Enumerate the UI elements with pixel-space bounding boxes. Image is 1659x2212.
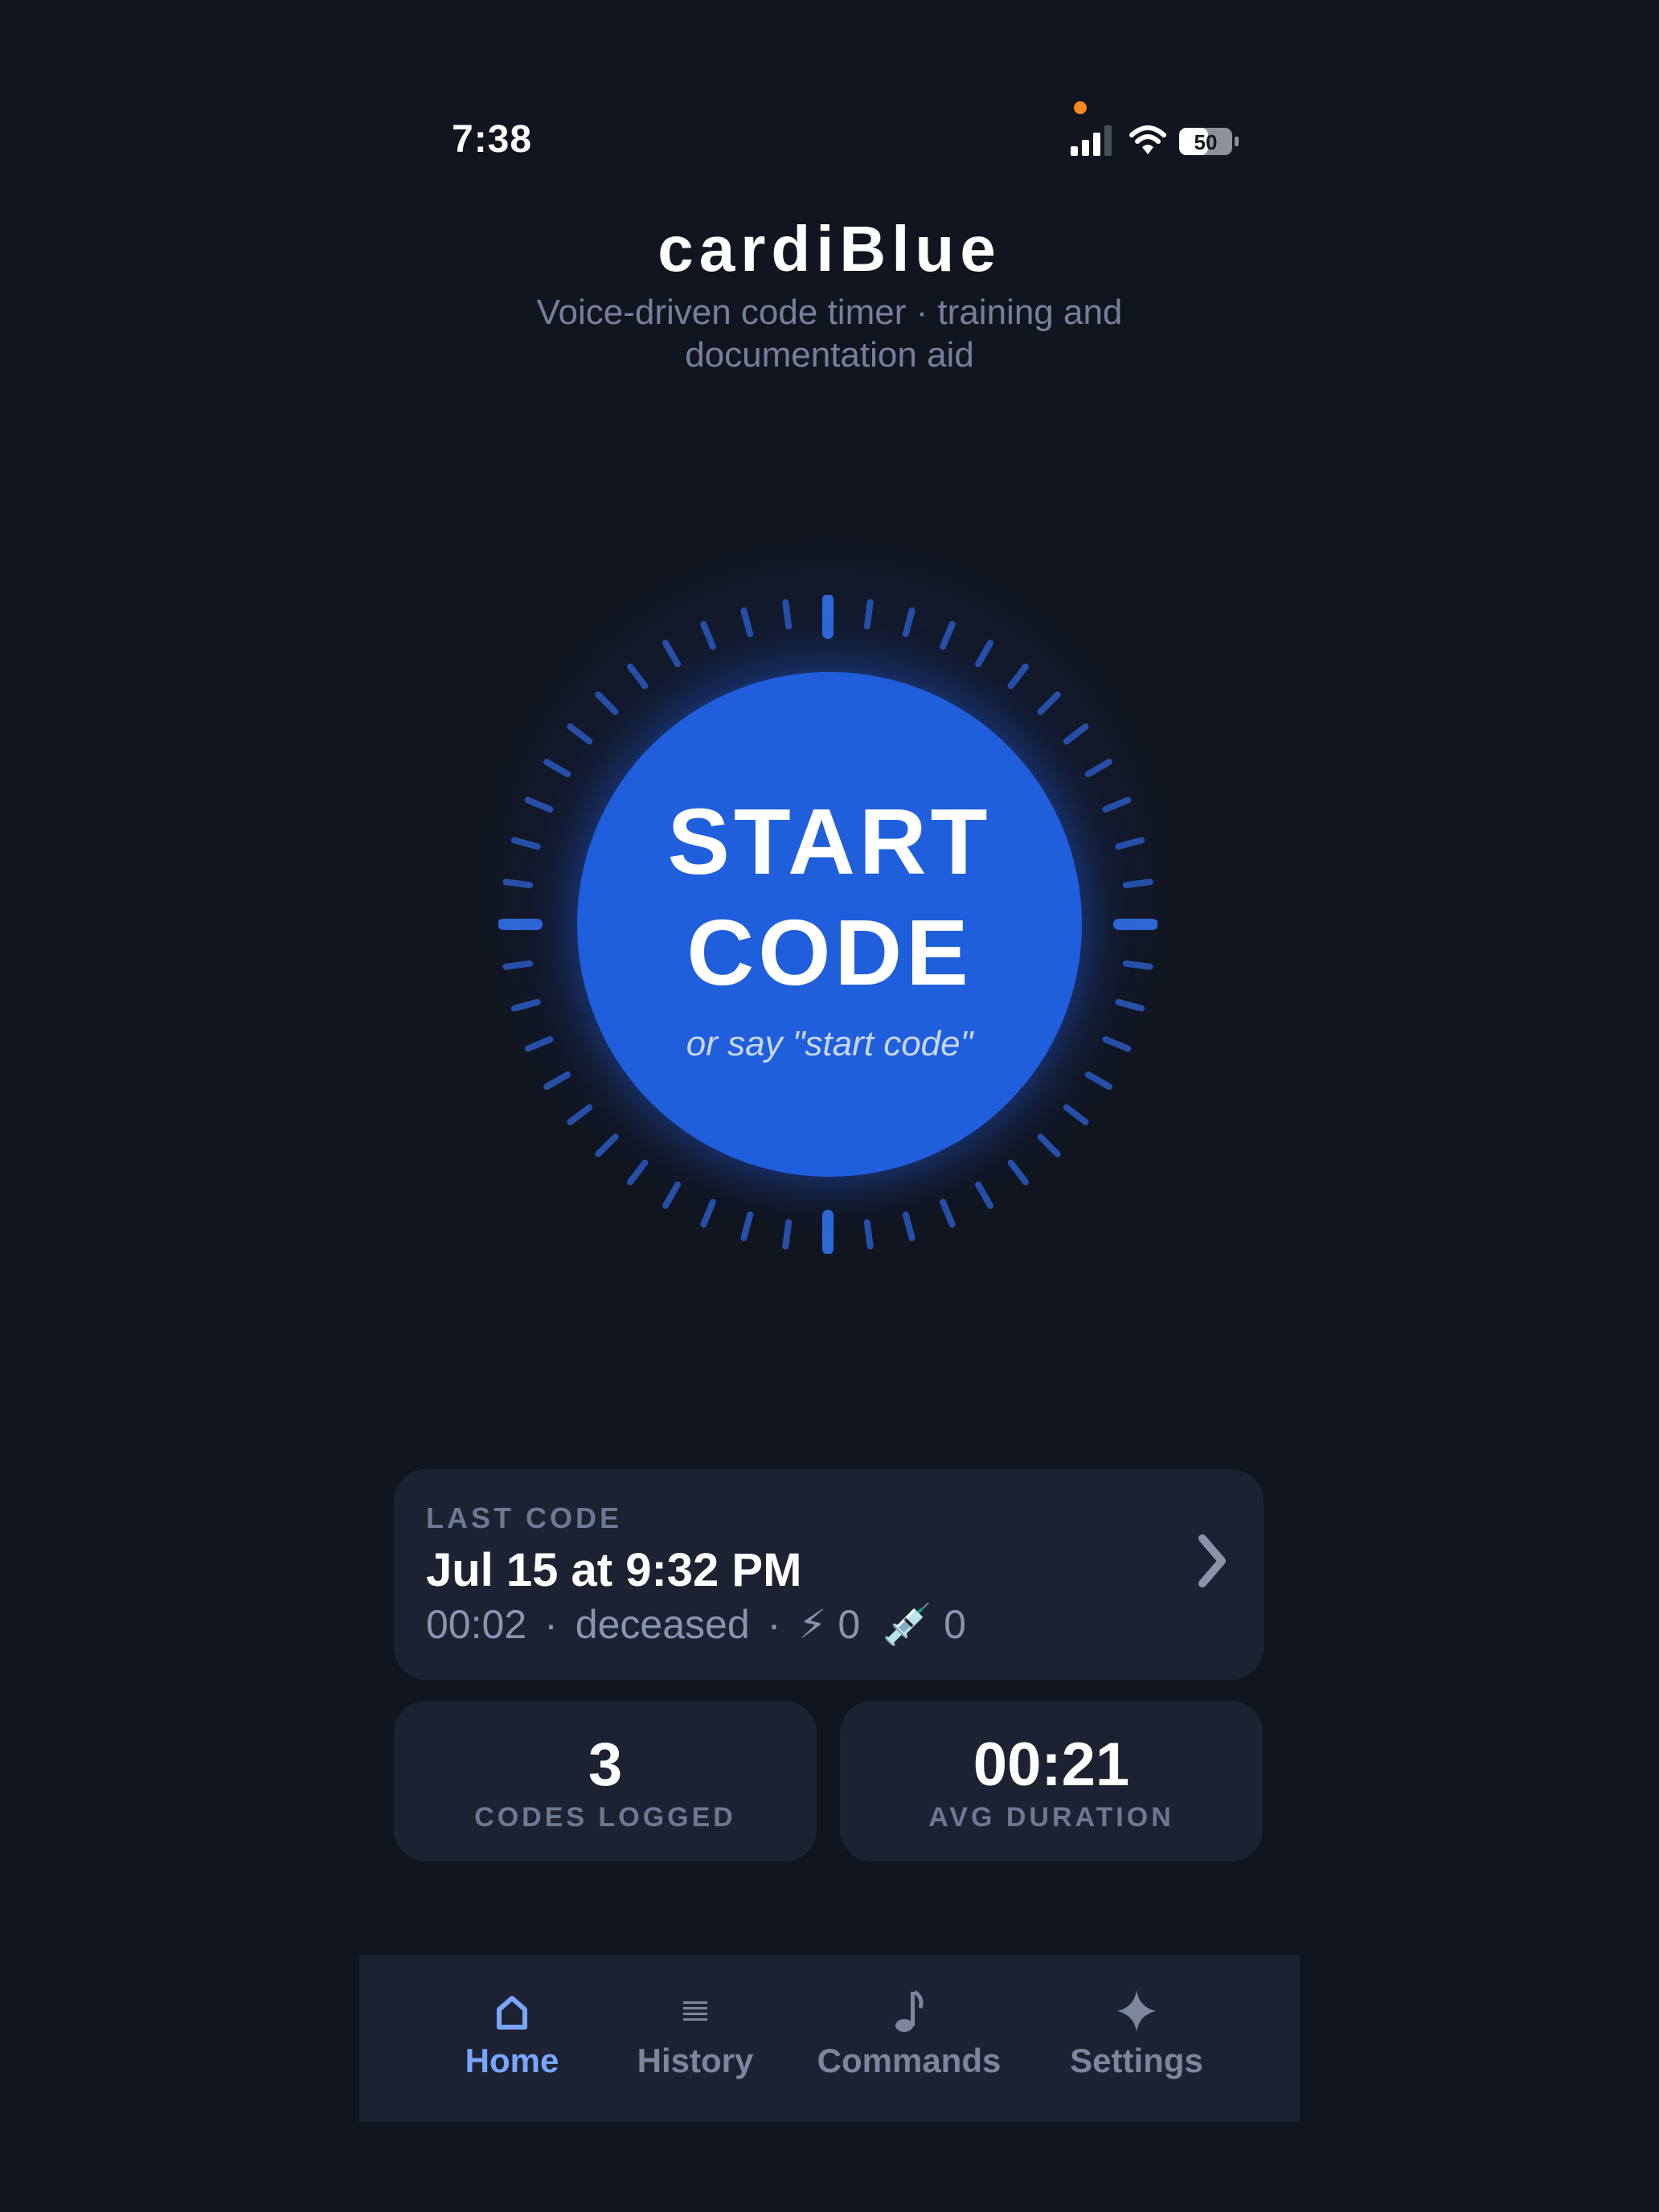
avg-duration-label: AVG DURATION [928, 1802, 1174, 1833]
medication-count: 0 [944, 1602, 966, 1647]
codes-logged-label: CODES LOGGED [474, 1802, 736, 1833]
dial-tick [1063, 723, 1089, 745]
dial-tick [524, 1036, 554, 1052]
dial-tick [740, 1211, 754, 1242]
dial-tick [700, 621, 716, 650]
dial-tick [662, 1181, 681, 1209]
start-code-label-line2: CODE [686, 900, 973, 1005]
dial-tick [1037, 691, 1061, 715]
dial-tick [1122, 960, 1153, 970]
dial-tick [940, 621, 956, 650]
dial-tick [1084, 759, 1112, 777]
dial-tick [595, 1133, 619, 1157]
dial-tick [1115, 998, 1145, 1012]
start-code-label: START CODE [577, 786, 1082, 1008]
medication-icon: 💉 [882, 1602, 933, 1647]
dial-tick [1063, 1104, 1089, 1125]
last-code-duration: 00:02 [426, 1602, 527, 1647]
dial-tick [700, 1198, 716, 1228]
dial-tick [567, 723, 593, 745]
tab-history-label: History [637, 2042, 754, 2079]
start-code-button[interactable]: START CODE or say "start code" [577, 672, 1082, 1177]
dial-tick [510, 837, 541, 850]
dial-tick [902, 607, 916, 637]
dial-tick [975, 1181, 993, 1209]
dial-tick [782, 599, 793, 630]
dial-tick [1115, 837, 1145, 850]
codes-logged-stat: 3 CODES LOGGED [394, 1701, 817, 1862]
dial-tick [627, 1159, 649, 1186]
tab-home[interactable]: Home [438, 1955, 586, 2122]
dial-tick [502, 960, 534, 970]
sparkle-icon [1117, 1990, 1156, 2032]
music-note-icon [895, 1989, 924, 2032]
dial-tick [902, 1211, 916, 1242]
avg-duration-value: 00:21 [973, 1731, 1130, 1799]
last-code-outcome: deceased [575, 1602, 750, 1647]
dial-tick [567, 1104, 593, 1125]
dial-tick [863, 1219, 874, 1250]
separator: · [544, 1602, 558, 1647]
dial-tick [595, 691, 619, 715]
last-code-label: LAST CODE [426, 1501, 623, 1534]
tab-bar: Home History Commands Settings [359, 1955, 1300, 2122]
tab-settings[interactable]: Settings [1049, 1955, 1224, 2122]
recording-indicator-dot [1074, 101, 1087, 114]
status-time: 7:38 [452, 118, 533, 161]
list-icon [683, 2001, 707, 2021]
signal-icon [1071, 125, 1112, 156]
battery-icon: 50 [1179, 128, 1239, 155]
dial-tick [1007, 1159, 1029, 1186]
tab-commands[interactable]: Commands [806, 1955, 1012, 2122]
dial-tick [940, 1198, 956, 1228]
dial-tick [627, 663, 649, 690]
wifi-icon [1129, 125, 1166, 154]
chevron-right-icon [1198, 1534, 1226, 1587]
last-code-card[interactable]: LAST CODE Jul 15 at 9:32 PM 00:02 · deceas… [394, 1469, 1264, 1680]
dial-tick [543, 1071, 571, 1090]
tab-home-label: Home [465, 2042, 559, 2079]
separator: · [767, 1602, 781, 1647]
app-subtitle: Voice-driven code timer · training and d… [536, 293, 1123, 375]
dial-tick [502, 879, 534, 889]
app-title: cardiBlue [657, 213, 1002, 285]
dial-tick [1102, 797, 1132, 813]
dial-tick [740, 607, 754, 637]
dial-tick [1007, 663, 1029, 690]
dial-tick [1102, 1036, 1132, 1052]
avg-duration-stat: 00:21 AVG DURATION [840, 1701, 1263, 1862]
shock-icon: ⚡ [798, 1602, 827, 1647]
battery-level: 50 [1194, 130, 1218, 154]
dial-tick [1037, 1133, 1061, 1157]
dial-tick [863, 599, 874, 630]
tab-commands-label: Commands [817, 2042, 1002, 2079]
home-icon [497, 1996, 527, 2030]
dial-tick [543, 759, 571, 777]
voice-hint: or say "start code" [686, 1024, 973, 1063]
last-code-date: Jul 15 at 9:32 PM [426, 1544, 802, 1596]
last-code-details: 00:02 · deceased · ⚡ 0 💉 0 [426, 1601, 966, 1649]
codes-logged-value: 3 [588, 1731, 623, 1799]
tab-history[interactable]: History [600, 1955, 790, 2122]
dial-tick [1122, 879, 1153, 889]
dial-tick [524, 797, 554, 813]
dial-tick [1084, 1071, 1112, 1090]
dial-tick [782, 1219, 793, 1250]
dial-tick [975, 640, 993, 668]
start-code-label-line1: START [667, 789, 992, 894]
shock-count: 0 [838, 1602, 861, 1647]
dial-tick [510, 998, 541, 1012]
dial-tick [662, 640, 681, 668]
tab-settings-label: Settings [1070, 2042, 1203, 2079]
